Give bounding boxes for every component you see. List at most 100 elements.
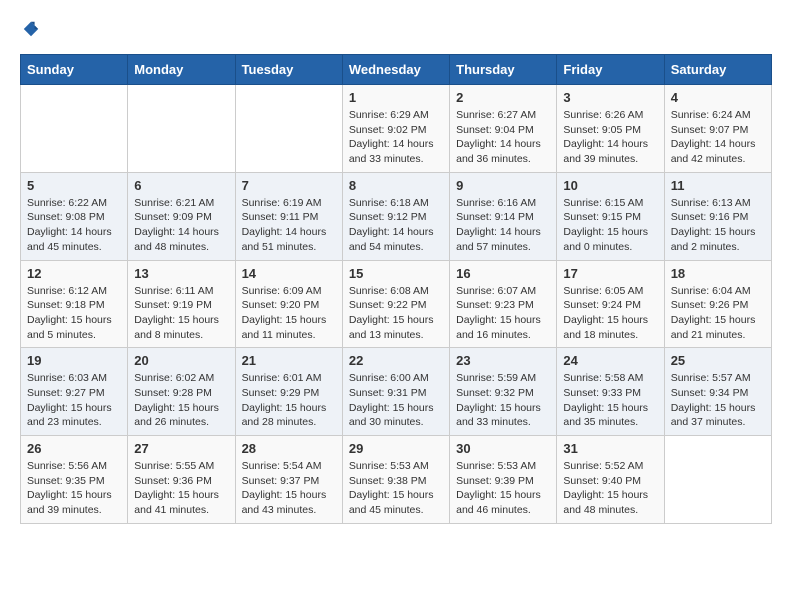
calendar-week-row: 26 Sunrise: 5:56 AM Sunset: 9:35 PM Dayli…: [21, 436, 772, 524]
calendar-cell: 20 Sunrise: 6:02 AM Sunset: 9:28 PM Dayli…: [128, 348, 235, 436]
day-info: Sunrise: 6:11 AM Sunset: 9:19 PM Dayligh…: [134, 284, 228, 343]
calendar-cell: [128, 85, 235, 173]
day-info: Sunrise: 5:52 AM Sunset: 9:40 PM Dayligh…: [563, 459, 657, 518]
day-number: 19: [27, 353, 121, 368]
calendar-cell: 3 Sunrise: 6:26 AM Sunset: 9:05 PM Daylig…: [557, 85, 664, 173]
calendar-table: SundayMondayTuesdayWednesdayThursdayFrid…: [20, 54, 772, 524]
day-number: 6: [134, 178, 228, 193]
day-info: Sunrise: 6:05 AM Sunset: 9:24 PM Dayligh…: [563, 284, 657, 343]
day-number: 4: [671, 90, 765, 105]
day-info: Sunrise: 6:07 AM Sunset: 9:23 PM Dayligh…: [456, 284, 550, 343]
calendar-cell: 28 Sunrise: 5:54 AM Sunset: 9:37 PM Dayli…: [235, 436, 342, 524]
day-info: Sunrise: 5:54 AM Sunset: 9:37 PM Dayligh…: [242, 459, 336, 518]
day-number: 28: [242, 441, 336, 456]
day-info: Sunrise: 6:21 AM Sunset: 9:09 PM Dayligh…: [134, 196, 228, 255]
calendar-cell: [21, 85, 128, 173]
calendar-cell: 11Sunrise: 6:13 AM Sunset: 9:16 PM Dayli…: [664, 172, 771, 260]
day-info: Sunrise: 5:59 AM Sunset: 9:32 PM Dayligh…: [456, 371, 550, 430]
day-info: Sunrise: 6:27 AM Sunset: 9:04 PM Dayligh…: [456, 108, 550, 167]
header-row: SundayMondayTuesdayWednesdayThursdayFrid…: [21, 55, 772, 85]
day-info: Sunrise: 6:12 AM Sunset: 9:18 PM Dayligh…: [27, 284, 121, 343]
day-number: 14: [242, 266, 336, 281]
calendar-body: 1Sunrise: 6:29 AM Sunset: 9:02 PM Daylig…: [21, 85, 772, 524]
day-info: Sunrise: 6:16 AM Sunset: 9:14 PM Dayligh…: [456, 196, 550, 255]
header-day: Sunday: [21, 55, 128, 85]
calendar-cell: 4 Sunrise: 6:24 AM Sunset: 9:07 PM Daylig…: [664, 85, 771, 173]
logo: [20, 20, 40, 38]
calendar-cell: 27Sunrise: 5:55 AM Sunset: 9:36 PM Dayli…: [128, 436, 235, 524]
day-number: 3: [563, 90, 657, 105]
calendar-cell: 5 Sunrise: 6:22 AM Sunset: 9:08 PM Daylig…: [21, 172, 128, 260]
header-day: Tuesday: [235, 55, 342, 85]
calendar-cell: [235, 85, 342, 173]
day-info: Sunrise: 6:15 AM Sunset: 9:15 PM Dayligh…: [563, 196, 657, 255]
calendar-cell: 31 Sunrise: 5:52 AM Sunset: 9:40 PM Dayli…: [557, 436, 664, 524]
day-info: Sunrise: 6:29 AM Sunset: 9:02 PM Dayligh…: [349, 108, 443, 167]
calendar-cell: 30 Sunrise: 5:53 AM Sunset: 9:39 PM Dayli…: [450, 436, 557, 524]
calendar-cell: 9 Sunrise: 6:16 AM Sunset: 9:14 PM Daylig…: [450, 172, 557, 260]
calendar-cell: 22 Sunrise: 6:00 AM Sunset: 9:31 PM Dayli…: [342, 348, 449, 436]
day-number: 13: [134, 266, 228, 281]
day-number: 23: [456, 353, 550, 368]
day-number: 24: [563, 353, 657, 368]
calendar-header: SundayMondayTuesdayWednesdayThursdayFrid…: [21, 55, 772, 85]
day-info: Sunrise: 5:53 AM Sunset: 9:38 PM Dayligh…: [349, 459, 443, 518]
header-day: Saturday: [664, 55, 771, 85]
calendar-cell: 8Sunrise: 6:18 AM Sunset: 9:12 PM Daylig…: [342, 172, 449, 260]
day-info: Sunrise: 6:19 AM Sunset: 9:11 PM Dayligh…: [242, 196, 336, 255]
calendar-cell: 12 Sunrise: 6:12 AM Sunset: 9:18 PM Dayli…: [21, 260, 128, 348]
day-number: 27: [134, 441, 228, 456]
day-info: Sunrise: 6:13 AM Sunset: 9:16 PM Dayligh…: [671, 196, 765, 255]
day-number: 29: [349, 441, 443, 456]
day-info: Sunrise: 6:22 AM Sunset: 9:08 PM Dayligh…: [27, 196, 121, 255]
calendar-cell: 23 Sunrise: 5:59 AM Sunset: 9:32 PM Dayli…: [450, 348, 557, 436]
calendar-cell: 15Sunrise: 6:08 AM Sunset: 9:22 PM Dayli…: [342, 260, 449, 348]
calendar-cell: 25 Sunrise: 5:57 AM Sunset: 9:34 PM Dayli…: [664, 348, 771, 436]
calendar-cell: 19 Sunrise: 6:03 AM Sunset: 9:27 PM Dayli…: [21, 348, 128, 436]
calendar-cell: 16 Sunrise: 6:07 AM Sunset: 9:23 PM Dayli…: [450, 260, 557, 348]
day-info: Sunrise: 5:57 AM Sunset: 9:34 PM Dayligh…: [671, 371, 765, 430]
calendar-cell: 26 Sunrise: 5:56 AM Sunset: 9:35 PM Dayli…: [21, 436, 128, 524]
calendar-cell: 2 Sunrise: 6:27 AM Sunset: 9:04 PM Daylig…: [450, 85, 557, 173]
day-info: Sunrise: 5:53 AM Sunset: 9:39 PM Dayligh…: [456, 459, 550, 518]
day-number: 25: [671, 353, 765, 368]
header-day: Friday: [557, 55, 664, 85]
day-info: Sunrise: 5:58 AM Sunset: 9:33 PM Dayligh…: [563, 371, 657, 430]
day-number: 12: [27, 266, 121, 281]
day-number: 22: [349, 353, 443, 368]
day-info: Sunrise: 6:03 AM Sunset: 9:27 PM Dayligh…: [27, 371, 121, 430]
calendar-cell: 10Sunrise: 6:15 AM Sunset: 9:15 PM Dayli…: [557, 172, 664, 260]
day-info: Sunrise: 6:01 AM Sunset: 9:29 PM Dayligh…: [242, 371, 336, 430]
header-day: Wednesday: [342, 55, 449, 85]
calendar-cell: 18Sunrise: 6:04 AM Sunset: 9:26 PM Dayli…: [664, 260, 771, 348]
calendar-cell: 21 Sunrise: 6:01 AM Sunset: 9:29 PM Dayli…: [235, 348, 342, 436]
day-number: 20: [134, 353, 228, 368]
day-info: Sunrise: 6:00 AM Sunset: 9:31 PM Dayligh…: [349, 371, 443, 430]
day-info: Sunrise: 6:04 AM Sunset: 9:26 PM Dayligh…: [671, 284, 765, 343]
day-info: Sunrise: 6:02 AM Sunset: 9:28 PM Dayligh…: [134, 371, 228, 430]
calendar-week-row: 12 Sunrise: 6:12 AM Sunset: 9:18 PM Dayli…: [21, 260, 772, 348]
day-number: 26: [27, 441, 121, 456]
day-info: Sunrise: 5:56 AM Sunset: 9:35 PM Dayligh…: [27, 459, 121, 518]
day-number: 31: [563, 441, 657, 456]
day-number: 7: [242, 178, 336, 193]
day-number: 9: [456, 178, 550, 193]
day-number: 21: [242, 353, 336, 368]
day-number: 16: [456, 266, 550, 281]
calendar-week-row: 19 Sunrise: 6:03 AM Sunset: 9:27 PM Dayli…: [21, 348, 772, 436]
calendar-cell: 17 Sunrise: 6:05 AM Sunset: 9:24 PM Dayli…: [557, 260, 664, 348]
calendar-cell: 6 Sunrise: 6:21 AM Sunset: 9:09 PM Daylig…: [128, 172, 235, 260]
day-info: Sunrise: 6:09 AM Sunset: 9:20 PM Dayligh…: [242, 284, 336, 343]
day-info: Sunrise: 6:24 AM Sunset: 9:07 PM Dayligh…: [671, 108, 765, 167]
day-number: 30: [456, 441, 550, 456]
calendar-cell: 1Sunrise: 6:29 AM Sunset: 9:02 PM Daylig…: [342, 85, 449, 173]
calendar-cell: 24 Sunrise: 5:58 AM Sunset: 9:33 PM Dayli…: [557, 348, 664, 436]
day-number: 8: [349, 178, 443, 193]
day-number: 5: [27, 178, 121, 193]
day-number: 2: [456, 90, 550, 105]
day-info: Sunrise: 6:08 AM Sunset: 9:22 PM Dayligh…: [349, 284, 443, 343]
calendar-cell: 7 Sunrise: 6:19 AM Sunset: 9:11 PM Daylig…: [235, 172, 342, 260]
day-number: 17: [563, 266, 657, 281]
day-info: Sunrise: 6:26 AM Sunset: 9:05 PM Dayligh…: [563, 108, 657, 167]
logo-icon: [22, 20, 40, 38]
